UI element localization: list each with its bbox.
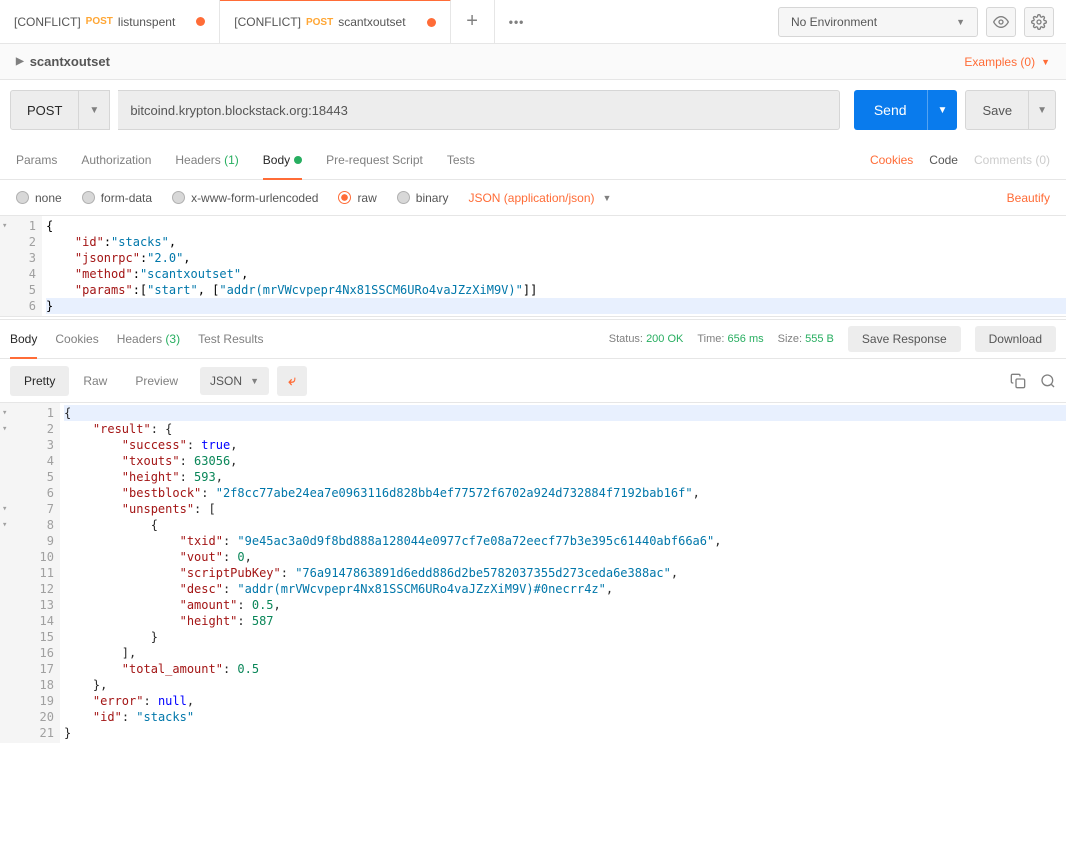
tab-headers[interactable]: Headers (1) xyxy=(175,141,238,179)
resp-tab-tests[interactable]: Test Results xyxy=(198,320,263,358)
new-tab-button[interactable]: + xyxy=(451,0,495,44)
body-formdata-radio[interactable]: form-data xyxy=(82,191,152,205)
resp-tab-body[interactable]: Body xyxy=(10,320,37,358)
cookies-link[interactable]: Cookies xyxy=(870,153,913,167)
beautify-button[interactable]: Beautify xyxy=(1007,191,1050,205)
tab-method-badge: POST xyxy=(306,17,333,28)
line-gutter: ▾123456 xyxy=(0,216,42,316)
code-link[interactable]: Code xyxy=(929,153,958,167)
url-input[interactable] xyxy=(118,90,840,130)
chevron-down-icon: ▼ xyxy=(927,90,958,130)
send-button[interactable]: Send ▼ xyxy=(854,90,958,130)
tab-params[interactable]: Params xyxy=(16,141,57,179)
code-content: { "id":"stacks", "jsonrpc":"2.0", "metho… xyxy=(42,216,1066,316)
view-raw-button[interactable]: Raw xyxy=(69,366,121,396)
response-body-editor[interactable]: ▾1▾23456▾7▾89101112131415161718192021 { … xyxy=(0,403,1066,743)
tab-prefix: [CONFLICT] xyxy=(234,15,301,29)
request-name: scantxoutset xyxy=(30,54,110,69)
body-raw-radio[interactable]: raw xyxy=(338,191,376,205)
view-pretty-button[interactable]: Pretty xyxy=(10,366,69,396)
gear-icon xyxy=(1031,14,1047,30)
resp-tab-headers[interactable]: Headers (3) xyxy=(117,320,180,358)
tab-scantxoutset[interactable]: [CONFLICT] POST scantxoutset xyxy=(220,0,450,43)
resp-tab-cookies[interactable]: Cookies xyxy=(55,320,98,358)
unsaved-dot-icon xyxy=(427,18,436,27)
unsaved-dot-icon xyxy=(196,17,205,26)
chevron-down-icon: ▼ xyxy=(1028,91,1055,129)
chevron-down-icon: ▼ xyxy=(250,376,259,386)
body-type-selector[interactable]: JSON (application/json) ▼ xyxy=(468,191,611,205)
save-button[interactable]: Save ▼ xyxy=(965,90,1056,130)
wrap-icon: ⤶ xyxy=(288,372,296,389)
tab-title: listunspent xyxy=(118,15,175,29)
chevron-right-icon: ▶ xyxy=(16,56,24,67)
method-label: POST xyxy=(11,103,78,118)
body-binary-radio[interactable]: binary xyxy=(397,191,449,205)
environment-label: No Environment xyxy=(791,15,877,29)
chevron-down-icon: ▼ xyxy=(78,91,109,129)
method-selector[interactable]: POST ▼ xyxy=(10,90,110,130)
comments-link[interactable]: Comments (0) xyxy=(974,153,1050,167)
request-body-editor[interactable]: ▾123456 { "id":"stacks", "jsonrpc":"2.0"… xyxy=(0,216,1066,317)
environment-selector[interactable]: No Environment ▼ xyxy=(778,7,978,37)
tab-body[interactable]: Body xyxy=(263,141,302,179)
size-label: Size: 555 B xyxy=(778,333,834,345)
save-response-button[interactable]: Save Response xyxy=(848,326,961,352)
download-button[interactable]: Download xyxy=(975,326,1056,352)
tab-prerequest[interactable]: Pre-request Script xyxy=(326,141,423,179)
chevron-down-icon: ▼ xyxy=(1041,57,1050,67)
tab-listunspent[interactable]: [CONFLICT] POST listunspent xyxy=(0,0,220,44)
body-indicator-icon xyxy=(294,156,302,164)
tab-title: scantxoutset xyxy=(338,15,405,29)
search-icon[interactable] xyxy=(1040,373,1056,389)
line-wrap-button[interactable]: ⤶ xyxy=(277,366,307,396)
response-format-selector[interactable]: JSON ▼ xyxy=(200,367,269,395)
eye-icon xyxy=(993,14,1009,30)
chevron-down-icon: ▼ xyxy=(603,193,612,203)
settings-button[interactable] xyxy=(1024,7,1054,37)
environment-quicklook-button[interactable] xyxy=(986,7,1016,37)
tab-tests[interactable]: Tests xyxy=(447,141,475,179)
chevron-down-icon: ▼ xyxy=(956,17,965,27)
tab-method-badge: POST xyxy=(86,16,113,27)
time-label: Time: 656 ms xyxy=(697,333,763,345)
line-gutter: ▾1▾23456▾7▾89101112131415161718192021 xyxy=(0,403,60,743)
tab-prefix: [CONFLICT] xyxy=(14,15,81,29)
code-content: { "result": { "success": true, "txouts":… xyxy=(60,403,1066,743)
status-label: Status: 200 OK xyxy=(609,333,684,345)
tab-authorization[interactable]: Authorization xyxy=(81,141,151,179)
body-urlencoded-radio[interactable]: x-www-form-urlencoded xyxy=(172,191,318,205)
examples-dropdown[interactable]: Examples (0) ▼ xyxy=(964,55,1050,69)
more-tabs-button[interactable]: ••• xyxy=(495,0,539,44)
copy-icon[interactable] xyxy=(1010,373,1026,389)
view-preview-button[interactable]: Preview xyxy=(121,366,192,396)
body-none-radio[interactable]: none xyxy=(16,191,62,205)
